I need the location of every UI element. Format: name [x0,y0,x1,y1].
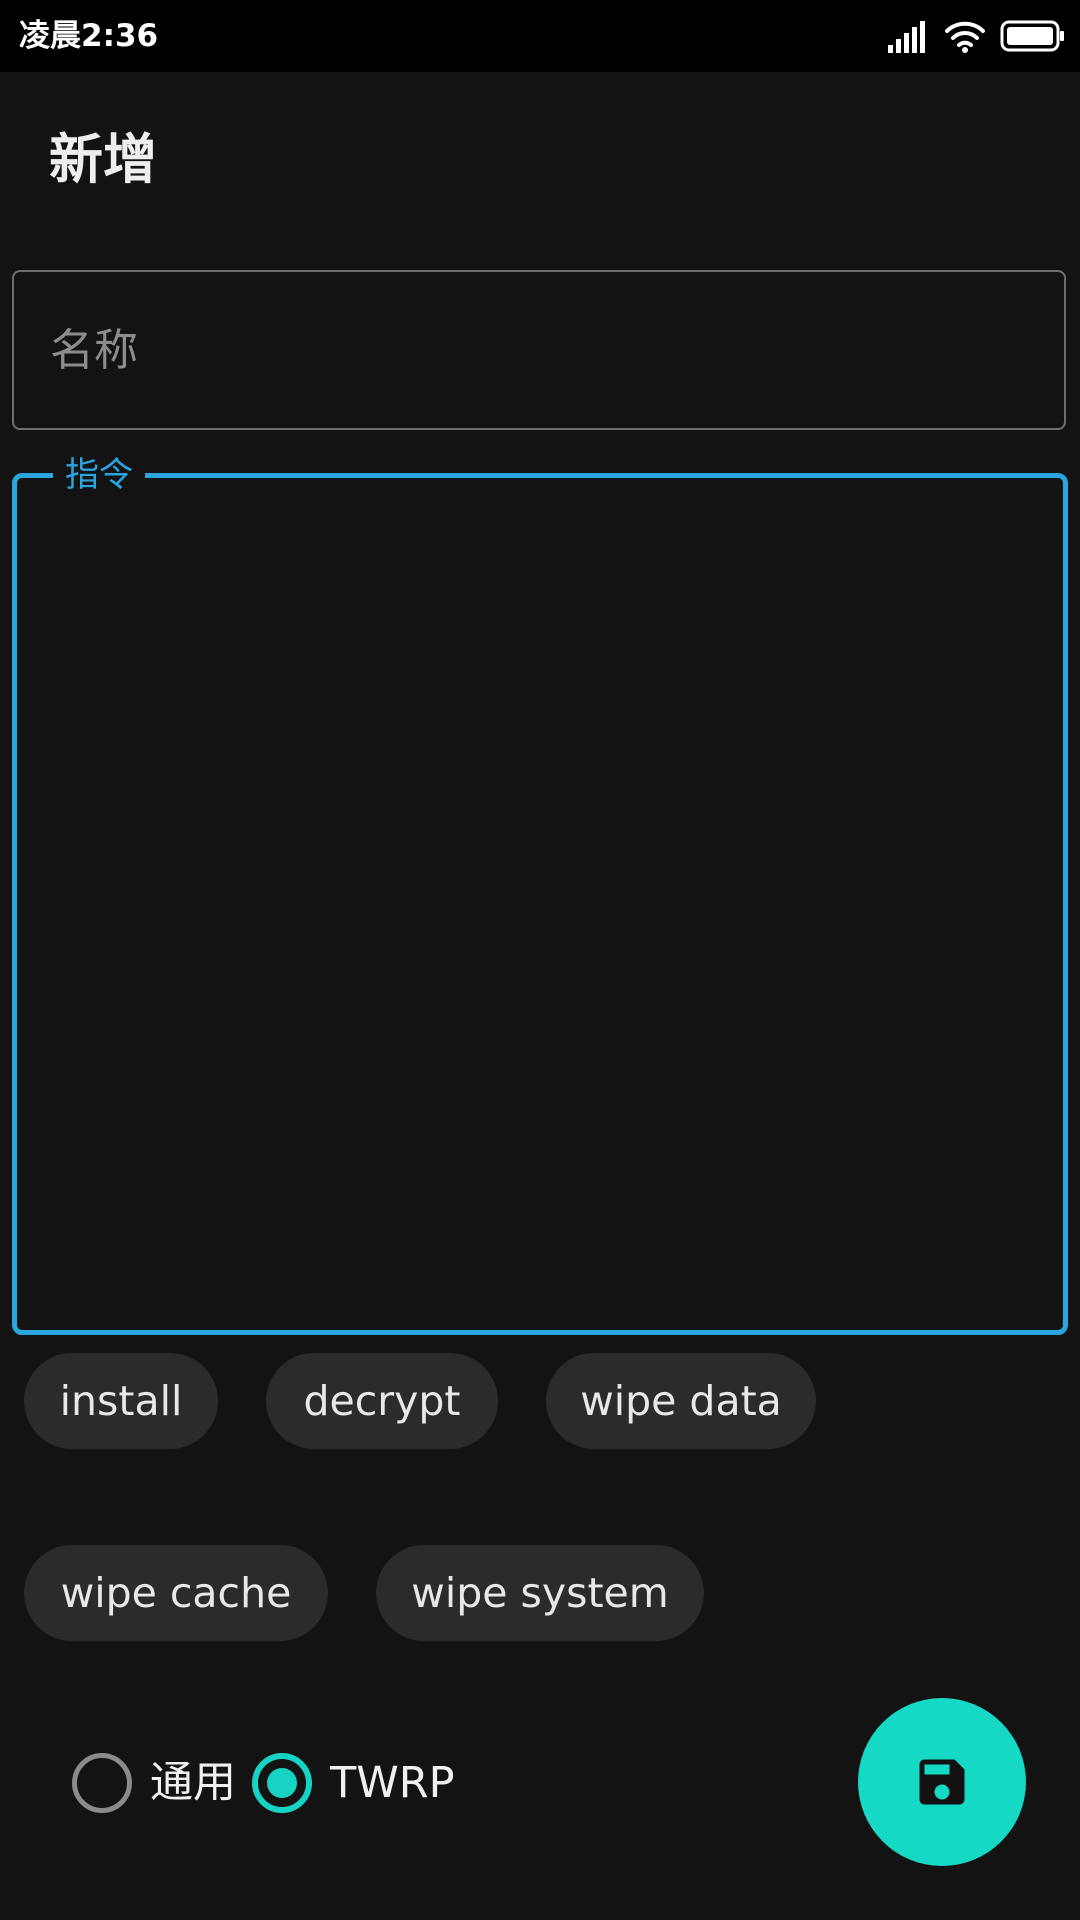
name-field[interactable] [12,270,1066,430]
signal-icon [888,21,925,53]
chip-wipe-system[interactable]: wipe system [376,1545,704,1641]
command-input[interactable] [47,518,1027,1298]
radio-twrp-label[interactable]: TWRP [330,1753,455,1813]
chip-decrypt[interactable]: decrypt [266,1353,498,1449]
chip-wipe-cache[interactable]: wipe cache [24,1545,328,1641]
save-icon [919,1759,965,1805]
wifi-icon [945,21,985,53]
chip-install[interactable]: install [24,1353,218,1449]
radio-twrp[interactable] [252,1753,312,1813]
status-icons [888,16,1066,56]
command-field[interactable]: 指令 [12,450,1068,1335]
page-title: 新增 [49,128,157,191]
chip-wipe-data[interactable]: wipe data [546,1353,816,1449]
command-field-label: 指令 [53,450,145,500]
status-bar: 凌晨2:36 [0,0,1080,72]
radio-general-label[interactable]: 通用 [150,1753,236,1813]
battery-icon [1000,20,1064,52]
radio-general[interactable] [72,1753,132,1813]
name-input[interactable] [50,272,1030,428]
status-time: 凌晨2:36 [19,18,159,54]
save-button[interactable] [858,1698,1026,1866]
